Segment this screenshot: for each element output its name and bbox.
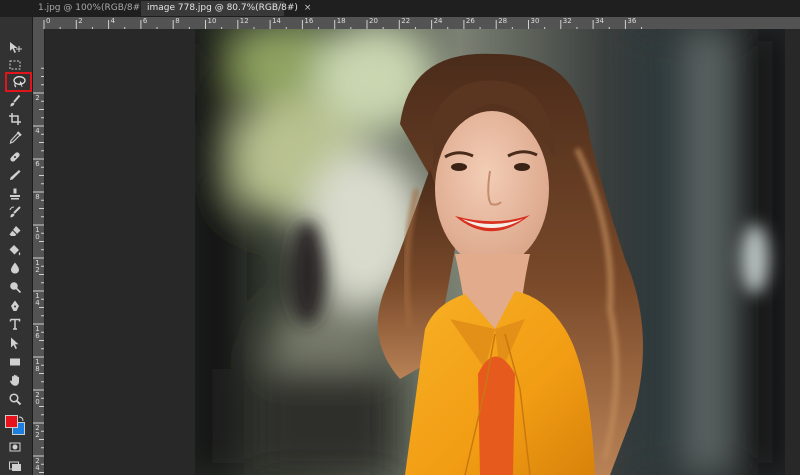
lasso-tool[interactable] bbox=[5, 72, 32, 92]
pencil-tool-icon bbox=[10, 170, 21, 180]
ruler-label: 1 4 bbox=[35, 292, 40, 307]
tab-1-jpg[interactable]: 1.jpg @ 100%(RGB/8#)× bbox=[32, 1, 157, 16]
path-selection-tool[interactable] bbox=[4, 335, 26, 351]
ruler-label: 28 bbox=[498, 17, 508, 25]
ruler-label: 8 bbox=[35, 193, 40, 201]
ruler-label: 1 6 bbox=[35, 325, 40, 340]
ruler-label: 0 bbox=[46, 17, 51, 25]
document-tab-bar: 1.jpg @ 100%(RGB/8#)× image 778.jpg @ 80… bbox=[0, 0, 800, 18]
screen-mode-icon bbox=[9, 461, 21, 471]
ruler-label: 10 bbox=[207, 17, 217, 25]
rectangle-tool-icon bbox=[10, 358, 20, 366]
ruler-label: 34 bbox=[595, 17, 605, 25]
ruler-label: 4 bbox=[110, 17, 116, 25]
ruler-label: 22 bbox=[401, 17, 411, 25]
foreground-color-swatch[interactable] bbox=[5, 415, 18, 428]
blur-tool-icon bbox=[10, 262, 20, 274]
ruler-label: 2 bbox=[35, 94, 40, 102]
pen-tool-icon bbox=[11, 300, 19, 311]
ruler-label: 6 bbox=[142, 17, 148, 25]
eraser-tool-icon bbox=[9, 226, 21, 236]
ruler-label: 36 bbox=[627, 17, 637, 25]
paint-bucket-tool[interactable] bbox=[4, 242, 26, 258]
lasso-tool-icon bbox=[12, 76, 26, 88]
crop-tool-icon bbox=[9, 113, 21, 125]
tab-label: image 778.jpg @ 80.7%(RGB/8#) bbox=[147, 3, 298, 13]
eraser-tool[interactable] bbox=[4, 223, 26, 239]
ruler-label: 4 bbox=[35, 127, 40, 135]
canvas-area[interactable] bbox=[45, 29, 800, 475]
ruler-label: 2 2 bbox=[35, 424, 40, 439]
vertical-ruler: 2 4 6 8 1 0 1 2 1 4 1 6 1 8 2 0 2 2 2 4 bbox=[32, 29, 45, 475]
dodge-tool-icon bbox=[10, 282, 22, 294]
hand-tool[interactable] bbox=[4, 372, 26, 388]
pen-tool[interactable] bbox=[4, 298, 26, 314]
history-brush-icon bbox=[9, 206, 21, 218]
path-select-icon bbox=[11, 337, 19, 349]
blur-tool[interactable] bbox=[4, 260, 26, 276]
rectangle-tool[interactable] bbox=[4, 354, 26, 370]
stamp-tool[interactable] bbox=[4, 186, 26, 202]
history-brush-tool[interactable] bbox=[4, 204, 26, 220]
type-tool[interactable] bbox=[4, 316, 26, 332]
ruler-label: 8 bbox=[175, 17, 180, 25]
zoom-tool[interactable] bbox=[4, 391, 26, 407]
quick-mask-button[interactable] bbox=[4, 439, 26, 455]
close-icon[interactable]: × bbox=[304, 3, 312, 13]
stamp-tool-icon bbox=[10, 188, 20, 200]
default-colors-icon[interactable] bbox=[5, 408, 25, 423]
ruler-label: 32 bbox=[562, 17, 572, 25]
eyedropper-tool-icon bbox=[9, 131, 22, 144]
ruler-label: 1 8 bbox=[35, 358, 40, 373]
type-tool-icon bbox=[9, 318, 21, 330]
brush-tool[interactable] bbox=[4, 93, 26, 109]
move-tool[interactable] bbox=[4, 40, 26, 56]
ruler-label: 2 bbox=[78, 17, 83, 25]
ruler-label: 6 bbox=[35, 160, 40, 168]
marquee-tool[interactable] bbox=[4, 57, 26, 73]
tools-panel bbox=[0, 17, 33, 475]
ruler-label: 18 bbox=[336, 17, 346, 25]
crop-tool[interactable] bbox=[4, 111, 26, 127]
ruler-label: 24 bbox=[433, 17, 443, 25]
eyedropper-tool[interactable] bbox=[4, 130, 26, 146]
quick-mask-icon bbox=[9, 442, 21, 452]
healing-tool[interactable] bbox=[4, 149, 26, 165]
document-image[interactable] bbox=[195, 29, 785, 475]
marquee-tool-icon bbox=[9, 60, 21, 70]
brush-tool-icon bbox=[10, 94, 21, 107]
ruler-label: 2 0 bbox=[35, 391, 40, 406]
paint-bucket-icon bbox=[9, 245, 21, 256]
ruler-label: 1 2 bbox=[35, 259, 40, 274]
healing-tool-icon bbox=[10, 152, 20, 162]
screen-mode-button[interactable] bbox=[4, 458, 26, 474]
tab-image-778[interactable]: image 778.jpg @ 80.7%(RGB/8#) × bbox=[141, 1, 311, 16]
dodge-tool[interactable] bbox=[4, 279, 26, 295]
ruler-label: 30 bbox=[530, 17, 540, 25]
zoom-tool-icon bbox=[9, 393, 22, 406]
move-tool-icon bbox=[10, 42, 22, 53]
tab-label: 1.jpg @ 100%(RGB/8#) bbox=[38, 3, 144, 13]
pencil-tool[interactable] bbox=[4, 167, 26, 183]
hand-tool-icon bbox=[10, 374, 19, 386]
ruler-label: 1 0 bbox=[35, 226, 40, 241]
portrait-photo bbox=[195, 29, 785, 475]
ruler-label: 12 bbox=[239, 17, 249, 25]
ruler-label: 2 4 bbox=[35, 457, 40, 472]
ruler-label: 16 bbox=[304, 17, 314, 25]
ruler-label: 20 bbox=[369, 17, 378, 25]
ruler-label: 26 bbox=[465, 17, 475, 25]
ruler-label: 14 bbox=[272, 17, 282, 25]
